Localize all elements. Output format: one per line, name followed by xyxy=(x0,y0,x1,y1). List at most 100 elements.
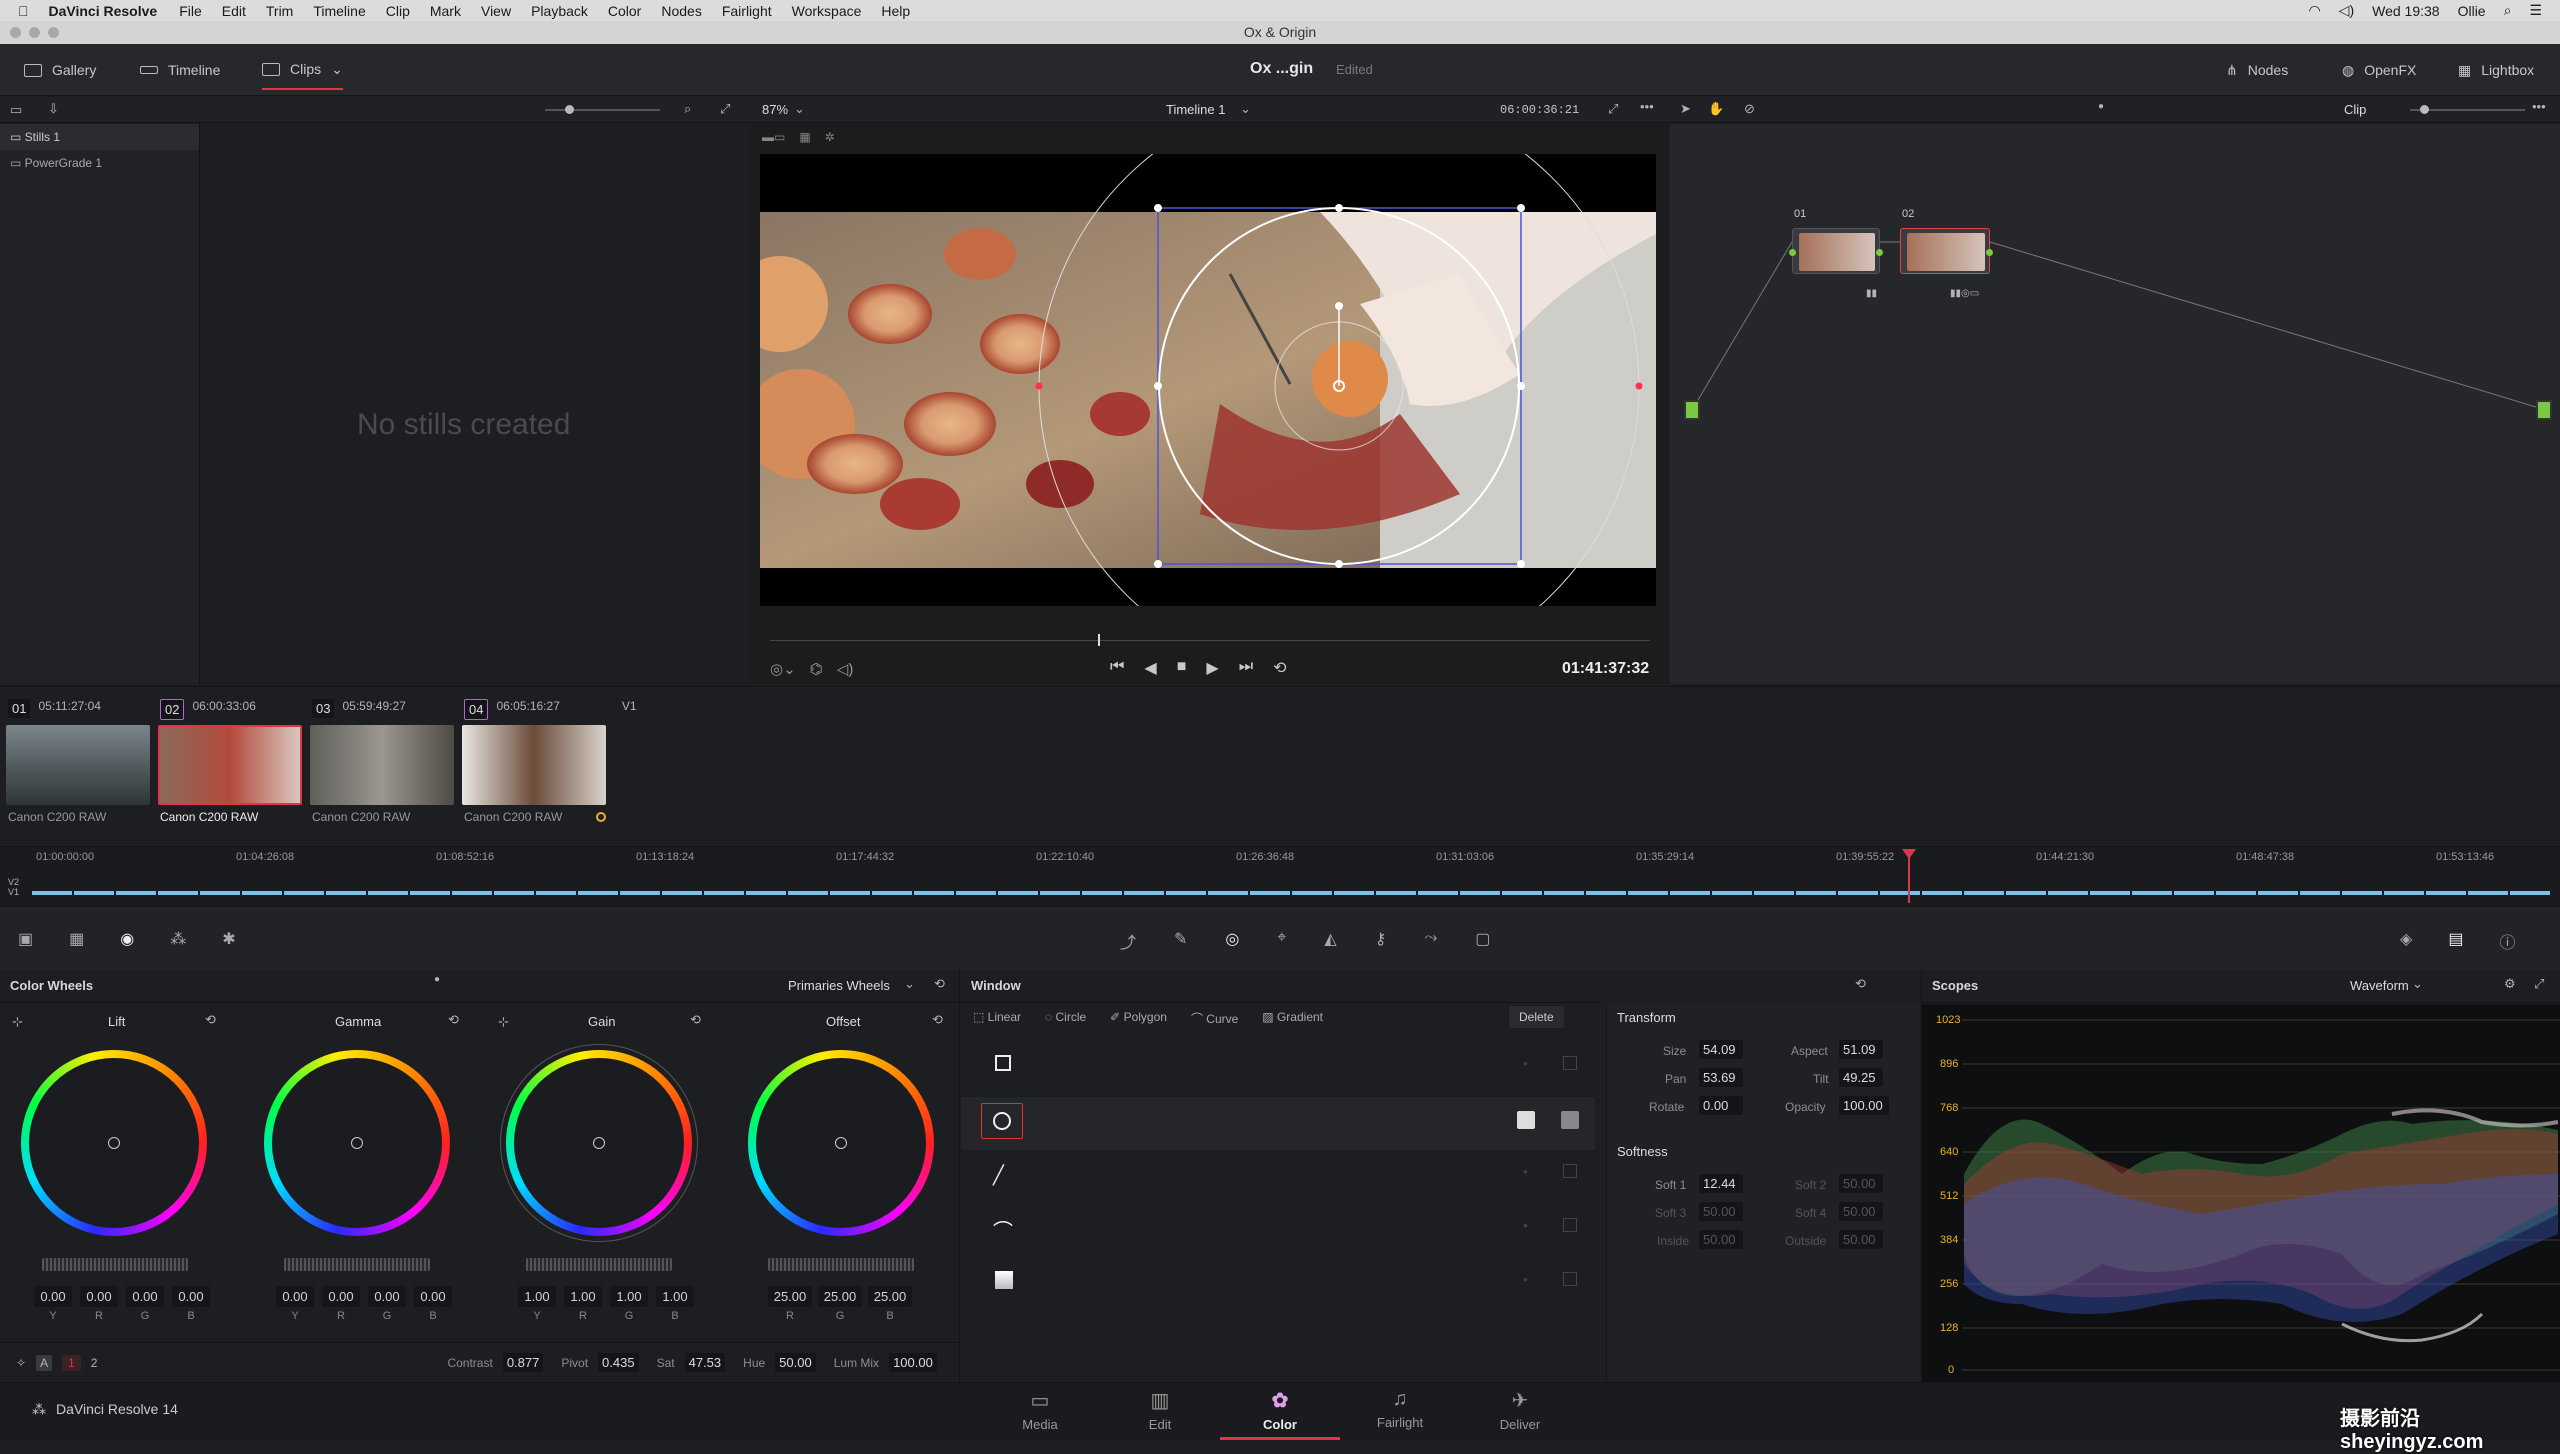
page-edit[interactable]: ▥ Edit xyxy=(1100,1382,1220,1440)
rgb-mixer-icon[interactable]: ⁂ xyxy=(170,929,186,949)
aspect-value[interactable]: 51.09 xyxy=(1839,1040,1883,1059)
enable-checkbox[interactable] xyxy=(1563,1272,1577,1286)
offset-g[interactable]: 25.00 xyxy=(818,1286,862,1307)
page-fairlight[interactable]: ♫ Fairlight xyxy=(1340,1382,1460,1440)
menu-color[interactable]: Color xyxy=(608,3,641,19)
powergrade-album[interactable]: ▭ PowerGrade 1 xyxy=(0,150,199,176)
lift-g[interactable]: 0.00 xyxy=(126,1286,164,1307)
lift-reset-icon[interactable]: ⟲ xyxy=(205,1012,216,1028)
mode-chevron-icon[interactable]: ⌄ xyxy=(904,976,915,992)
scope-mode-chevron-icon[interactable]: ⌄ xyxy=(2412,976,2423,992)
keyframes-icon[interactable]: ◈ xyxy=(2400,929,2412,953)
sidebar-toggle-icon[interactable]: ▭ xyxy=(10,102,22,118)
menu-clip[interactable]: Clip xyxy=(386,3,410,19)
outside-value[interactable]: 50.00 xyxy=(1839,1230,1883,1249)
hue-value[interactable]: 50.00 xyxy=(775,1353,816,1372)
polygon-window-button[interactable]: ✐ Polygon xyxy=(1110,1010,1167,1027)
zoom-chevron-icon[interactable]: ⌄ xyxy=(794,101,805,117)
gradient-window-button[interactable]: ▨ Gradient xyxy=(1262,1010,1323,1027)
key-icon[interactable]: ⚷ xyxy=(1375,929,1387,953)
delete-button[interactable]: Delete xyxy=(1509,1006,1564,1028)
timeline-button[interactable]: Timeline xyxy=(140,44,220,96)
spotlight-icon[interactable]: ⌕ xyxy=(2504,2,2512,19)
bypass-icon[interactable]: ⊘ xyxy=(1744,101,1755,117)
tilt-value[interactable]: 49.25 xyxy=(1839,1068,1883,1087)
minimize-button[interactable] xyxy=(29,27,40,38)
gain-g[interactable]: 1.00 xyxy=(610,1286,648,1307)
soft4-value[interactable]: 50.00 xyxy=(1839,1202,1883,1221)
enable-checkbox-on[interactable] xyxy=(1561,1111,1579,1129)
wipe-icon[interactable]: ⌬ xyxy=(810,660,823,678)
offset-reset-icon[interactable]: ⟲ xyxy=(932,1012,943,1028)
video-frame[interactable] xyxy=(760,154,1656,606)
app-menu[interactable]: DaVinci Resolve xyxy=(49,3,158,19)
apple-menu-icon[interactable]:  xyxy=(18,3,29,19)
auto-balance-icon[interactable]: ✧ xyxy=(16,1356,26,1370)
menu-fairlight[interactable]: Fairlight xyxy=(722,3,772,19)
invert-toggle-on[interactable] xyxy=(1517,1111,1535,1129)
node-editor[interactable]: 01 02 ▮▮ ▮▮◎▭ xyxy=(1670,124,2560,684)
qualifier-icon[interactable]: ✎ xyxy=(1174,929,1187,953)
color-match-icon[interactable]: ▦ xyxy=(69,929,84,949)
page-color[interactable]: ✿ Color xyxy=(1220,1382,1340,1440)
skip-forward-icon[interactable]: ⏭ xyxy=(1239,658,1253,678)
lift-puck[interactable] xyxy=(108,1137,120,1149)
info-icon[interactable]: ⓘ xyxy=(2499,929,2515,953)
menu-workspace[interactable]: Workspace xyxy=(792,3,862,19)
close-button[interactable] xyxy=(10,27,21,38)
menu-trim[interactable]: Trim xyxy=(266,3,293,19)
loop-icon[interactable]: ⟲ xyxy=(1273,658,1286,678)
node-output[interactable] xyxy=(2536,400,2552,420)
window-reset-icon[interactable]: ⟲ xyxy=(1855,976,1866,992)
motion-effects-icon[interactable]: ✱ xyxy=(222,929,235,949)
reverse-play-icon[interactable]: ◀ xyxy=(1144,658,1156,678)
hand-icon[interactable]: ✋ xyxy=(1708,101,1724,117)
gallery-zoom-slider[interactable] xyxy=(545,105,660,114)
gain-picker-icon[interactable]: ⊹ xyxy=(498,1014,509,1030)
clip-thumbnail-01[interactable] xyxy=(6,725,150,805)
enable-checkbox[interactable] xyxy=(1563,1056,1577,1070)
lightbox-button[interactable]: ▦ Lightbox xyxy=(2458,44,2534,96)
scope-expand-icon[interactable]: ⤢ xyxy=(2534,976,2544,992)
scopes-icon[interactable]: ▤ xyxy=(2448,929,2463,953)
node-zoom-slider[interactable] xyxy=(2410,105,2525,114)
window-icon[interactable]: ◎ xyxy=(1225,929,1239,953)
node-02[interactable] xyxy=(1900,228,1993,274)
gamma-y[interactable]: 0.00 xyxy=(276,1286,314,1307)
gamma-wheel[interactable] xyxy=(264,1050,450,1236)
menu-view[interactable]: View xyxy=(481,3,511,19)
curves-icon[interactable]: ⤴ xyxy=(1120,929,1136,953)
pan-value[interactable]: 53.69 xyxy=(1699,1068,1743,1087)
clip-thumbnail-02[interactable] xyxy=(158,725,302,805)
wifi-icon[interactable]: ◠ xyxy=(2308,2,2320,19)
clips-button[interactable]: Clips ⌄ xyxy=(262,50,343,90)
page-1-button[interactable]: 1 xyxy=(62,1354,81,1371)
clip-thumbnail-04[interactable] xyxy=(462,725,606,805)
gallery-button[interactable]: Gallery xyxy=(24,44,96,96)
split-icon[interactable]: ▦ xyxy=(799,130,810,144)
auto-color-icon[interactable]: A xyxy=(36,1354,53,1371)
invert-toggle[interactable]: ● xyxy=(1523,1221,1528,1230)
page-deliver[interactable]: ✈ Deliver xyxy=(1460,1382,1580,1440)
maximize-button[interactable] xyxy=(48,27,59,38)
audio-icon[interactable]: ◁) xyxy=(837,660,854,678)
blur-icon[interactable]: ◭ xyxy=(1324,929,1336,953)
openfx-button[interactable]: ◍ OpenFX xyxy=(2342,44,2416,96)
menu-help[interactable]: Help xyxy=(881,3,910,19)
window-row-curve[interactable]: ⌒ ● xyxy=(961,1205,1595,1259)
curve-window-button[interactable]: ⌒ Curve xyxy=(1191,1010,1238,1027)
window-row-circle[interactable] xyxy=(961,1097,1595,1151)
rotate-value[interactable]: 0.00 xyxy=(1699,1096,1743,1115)
menu-mark[interactable]: Mark xyxy=(430,3,461,19)
more-options-icon[interactable]: ••• xyxy=(1640,99,1654,114)
viewer-scrubber[interactable] xyxy=(770,634,1650,646)
scope-mode-dropdown[interactable]: Waveform xyxy=(2350,978,2409,993)
gain-y[interactable]: 1.00 xyxy=(518,1286,556,1307)
clock[interactable]: Wed 19:38 xyxy=(2372,3,2439,19)
node-input[interactable] xyxy=(1684,400,1700,420)
magic-icon[interactable]: ✲ xyxy=(825,130,835,144)
menu-nodes[interactable]: Nodes xyxy=(661,3,701,19)
node-mode[interactable]: Clip xyxy=(2344,102,2366,117)
skip-back-icon[interactable]: ⏮ xyxy=(1110,658,1124,678)
sat-value[interactable]: 47.53 xyxy=(684,1353,726,1372)
